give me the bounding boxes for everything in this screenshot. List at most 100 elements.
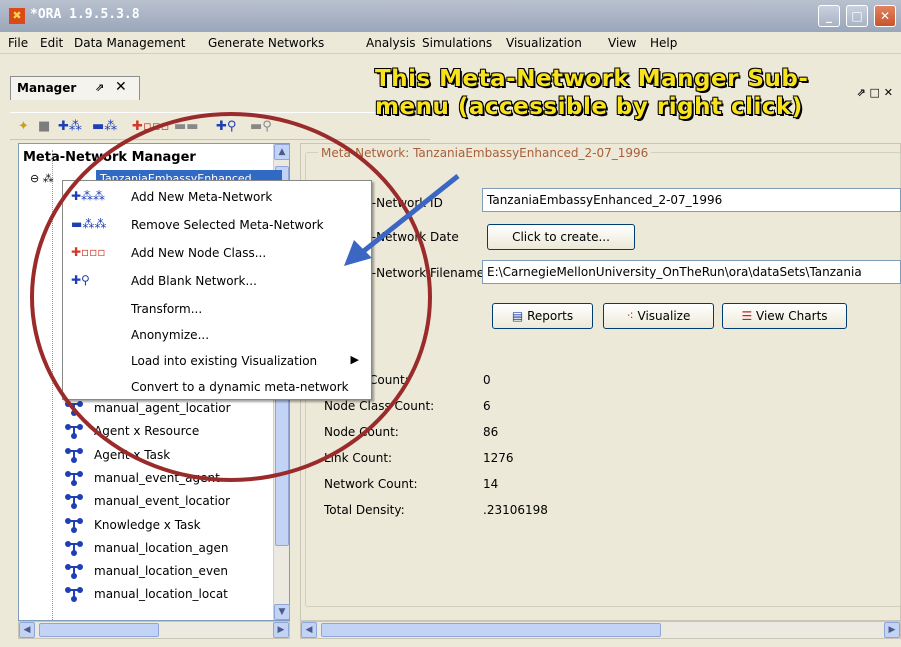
tree-item-label: manual_location_even [94, 564, 229, 578]
stat-value: 14 [483, 477, 499, 491]
stat-label: Node Class Count: [324, 399, 435, 413]
visualize-icon: ⁖ [626, 309, 638, 323]
menu-view[interactable]: View [608, 36, 636, 50]
tree-item-label: manual_agent_locatior [94, 401, 231, 415]
stat-label: Total Density: [324, 503, 405, 517]
menu-convert-dynamic[interactable]: Convert to a dynamic meta-network [63, 373, 371, 401]
report-icon: ▤ [511, 309, 528, 323]
menu-help[interactable]: Help [650, 36, 677, 50]
menu-visualization[interactable]: Visualization [506, 36, 582, 50]
tree-item-label: manual_location_locat [94, 587, 228, 601]
details-scroll-right-icon[interactable]: ▶ [884, 622, 900, 638]
stat-value: 0 [483, 373, 491, 387]
annotation-callout: This Meta-Network Manger Sub-menu (acces… [375, 66, 809, 120]
stat-value: 86 [483, 425, 499, 439]
menu-item-label: Convert to a dynamic meta-network [131, 380, 349, 394]
tree-horizontal-scrollbar[interactable]: ◀ ▶ [18, 621, 290, 639]
network-icon [62, 399, 86, 417]
network-icon [62, 516, 86, 534]
charts-icon: ☰ [741, 309, 757, 323]
menu-generate-networks[interactable]: Generate Networks [208, 36, 324, 50]
view-charts-button-label: View Charts [756, 309, 828, 323]
stat-label: Link Count: [324, 451, 393, 465]
network-icon [62, 539, 86, 557]
details-scroll-left-icon[interactable]: ◀ [301, 622, 317, 638]
network-icon [62, 492, 86, 510]
menu-item-label: Add New Meta-Network [131, 190, 273, 204]
menu-simulations[interactable]: Simulations [422, 36, 492, 50]
tree-connector-line [52, 150, 53, 620]
add-blank-network-icon: ✚⚲ [71, 273, 90, 287]
scroll-right-icon[interactable]: ▶ [273, 622, 289, 638]
close-panel-icon[interactable]: ✕ [115, 79, 127, 95]
scroll-down-icon[interactable]: ▼ [274, 604, 290, 620]
remove-meta-network-icon[interactable]: ▬⁂ [92, 118, 117, 136]
menu-load-visualization[interactable]: Load into existing Visualization ▶ [63, 347, 371, 375]
stat-value: 1276 [483, 451, 514, 465]
create-date-button[interactable]: Click to create... [487, 224, 635, 250]
menu-remove-meta-network[interactable]: ▬⁂⁂ Remove Selected Meta-Network [63, 211, 371, 239]
menu-item-label: Remove Selected Meta-Network [131, 218, 324, 232]
add-meta-network-icon[interactable]: ✚⁂ [58, 118, 82, 136]
pin-icon[interactable]: ⇗ [95, 81, 104, 94]
add-network-icon[interactable]: ✚⚲ [216, 118, 236, 136]
tree-root-icon[interactable]: ⊖ ⁂ [30, 172, 54, 185]
remove-node-class-icon[interactable]: ▬▬ [174, 118, 199, 136]
submenu-arrow-icon: ▶ [350, 353, 359, 366]
menu-add-meta-network[interactable]: ✚⁂⁂ Add New Meta-Network [63, 183, 371, 211]
minimize-button[interactable]: _ [818, 5, 840, 27]
scroll-up-icon[interactable]: ▲ [274, 144, 290, 160]
add-node-class-icon[interactable]: ✚▫▫▫ [132, 118, 169, 136]
menu-transform[interactable]: Transform... [63, 295, 371, 323]
network-icon [62, 422, 86, 440]
manager-panel-title: Manager [17, 81, 77, 95]
details-hscroll-thumb[interactable] [321, 623, 661, 637]
title-bar: ✖ *ORA 1.9.5.3.8 _ □ ✕ [0, 0, 901, 32]
network-icon [62, 585, 86, 603]
tree-hscroll-thumb[interactable] [39, 623, 159, 637]
view-charts-button[interactable]: ☰ View Charts [722, 303, 847, 329]
visualize-button[interactable]: ⁖ Visualize [603, 303, 714, 329]
network-icon [62, 469, 86, 487]
manager-toolbar: ✦ ■ ✚⁂ ▬⁂ ✚▫▫▫ ▬▬ ✚⚲ ▬⚲ [10, 112, 430, 140]
menu-item-label: Anonymize... [131, 328, 210, 342]
ora-app-icon: ✖ [9, 8, 25, 24]
tree-item-label: manual_location_agen [94, 541, 229, 555]
save-icon[interactable]: ■ [38, 118, 50, 136]
menu-file[interactable]: File [8, 36, 28, 50]
scroll-left-icon[interactable]: ◀ [19, 622, 35, 638]
tree-item-label: Knowledge x Task [94, 518, 201, 532]
window-title: *ORA 1.9.5.3.8 [30, 7, 140, 22]
details-group-title: Meta-Network: TanzaniaEmbassyEnhanced_2-… [318, 146, 652, 160]
menu-edit[interactable]: Edit [40, 36, 63, 50]
menu-bar: File Edit Data Management Generate Netwo… [0, 32, 901, 54]
menu-data-management[interactable]: Data Management [74, 36, 186, 50]
menu-item-label: Add Blank Network... [131, 274, 257, 288]
network-id-field[interactable]: TanzaniaEmbassyEnhanced_2-07_1996 [482, 188, 901, 212]
menu-analysis[interactable]: Analysis [366, 36, 415, 50]
maximize-button[interactable]: □ [846, 5, 868, 27]
remove-meta-network-icon: ▬⁂⁂ [71, 217, 107, 231]
network-filename-field[interactable]: E:\CarnegieMellonUniversity_OnTheRun\ora… [482, 260, 901, 284]
menu-add-node-class[interactable]: ✚▫▫▫ Add New Node Class... [63, 239, 371, 267]
menu-item-label: Load into existing Visualization [131, 354, 318, 368]
manager-panel-header: Manager ⇗ ✕ [10, 76, 140, 100]
add-meta-network-icon: ✚⁂⁂ [71, 189, 106, 203]
menu-add-blank-network[interactable]: ✚⚲ Add Blank Network... [63, 267, 371, 295]
remove-network-icon[interactable]: ▬⚲ [250, 118, 272, 136]
right-panel-window-controls[interactable]: ⇗ □ ✕ [857, 86, 894, 99]
menu-item-label: Add New Node Class... [131, 246, 267, 260]
network-icon [62, 562, 86, 580]
network-icon [62, 446, 86, 464]
menu-anonymize[interactable]: Anonymize... [63, 321, 371, 349]
wand-icon[interactable]: ✦ [18, 118, 29, 136]
add-node-class-icon: ✚▫▫▫ [71, 245, 106, 259]
tree-item-label: manual_event_locatior [94, 494, 231, 508]
reports-button-label: Reports [527, 309, 574, 323]
tree-heading: Meta-Network Manager [23, 150, 196, 165]
details-horizontal-scrollbar[interactable]: ◀ ▶ [300, 621, 901, 639]
visualize-button-label: Visualize [637, 309, 691, 323]
tree-item-label: Agent x Task [94, 448, 171, 462]
reports-button[interactable]: ▤ Reports [492, 303, 593, 329]
close-window-button[interactable]: ✕ [874, 5, 896, 27]
